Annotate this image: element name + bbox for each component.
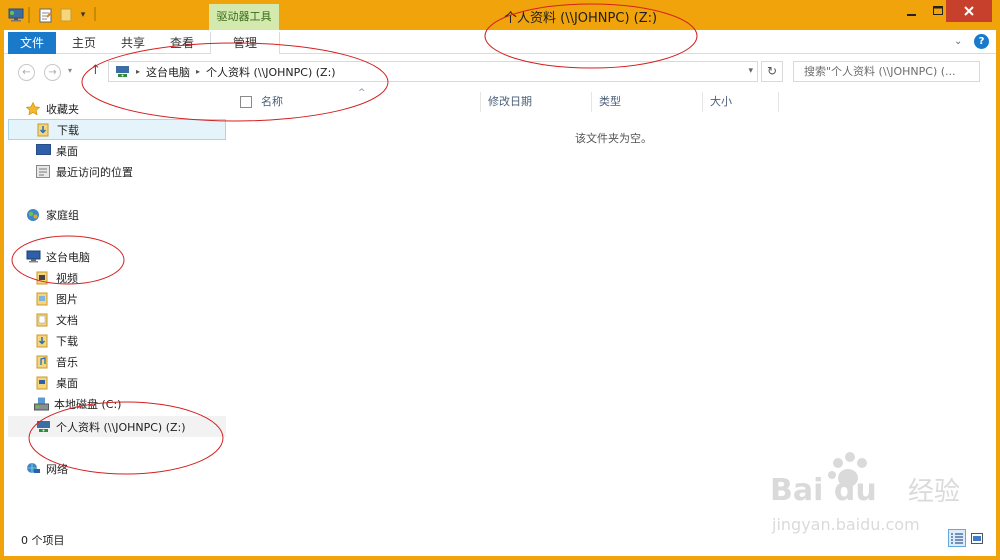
window-title: 个人资料 (\\JOHNPC) (Z:): [504, 11, 658, 26]
homegroup-icon: [26, 208, 40, 221]
tab-share[interactable]: 共享: [115, 32, 151, 54]
up-arrow-icon[interactable]: ↑: [90, 63, 101, 78]
column-divider[interactable]: [702, 92, 703, 112]
title-bar: ▾ 驱动器工具 个人资料 (\\JOHNPC) (Z:): [4, 0, 996, 30]
watermark-chinese: 经验: [908, 477, 960, 507]
nav-label: 视频: [56, 271, 78, 285]
nav-label: 个人资料 (\\JOHNPC) (Z:): [56, 420, 186, 434]
tab-view[interactable]: 查看: [164, 32, 200, 54]
nav-label: 下载: [56, 334, 78, 348]
network-drive-icon: [36, 420, 50, 433]
nav-label: 下载: [57, 123, 79, 137]
nav-item-recent-places[interactable]: 最近访问的位置: [4, 161, 226, 182]
nav-item-downloads[interactable]: 下载: [8, 119, 226, 140]
breadcrumb-current-drive[interactable]: 个人资料 (\\JOHNPC) (Z:): [206, 64, 336, 80]
toolbar-divider: [28, 7, 30, 23]
watermark-url: jingyan.baidu.com: [771, 515, 920, 534]
breadcrumb-separator: ▸: [196, 67, 201, 76]
large-icons-view-icon: [971, 532, 983, 544]
nav-label: 最近访问的位置: [56, 165, 133, 179]
select-all-checkbox[interactable]: [240, 96, 252, 108]
tab-home[interactable]: 主页: [66, 32, 102, 54]
nav-item-documents[interactable]: 文档: [4, 309, 226, 330]
nav-item-network-drive-z[interactable]: 个人资料 (\\JOHNPC) (Z:): [8, 416, 226, 437]
column-header-row: 名称 ^ 修改日期 类型 大小: [230, 88, 996, 114]
videos-folder-icon: [36, 271, 50, 285]
nav-label: 这台电脑: [46, 250, 90, 264]
nav-label: 本地磁盘 (C:): [54, 397, 122, 411]
navigation-bar: ← → ▾ ↑ ▸ 这台电脑 ▸ 个人资料 (\\JOHNPC) (Z:) ▾ …: [4, 55, 996, 89]
computer-icon[interactable]: [8, 7, 24, 23]
item-count: 0 个项目: [21, 534, 65, 547]
ribbon-tabs: 文件 主页 共享 查看 管理 ⌄ ?: [4, 30, 996, 54]
nav-label: 网络: [46, 462, 68, 476]
drive-icon: [34, 397, 49, 411]
network-drive-icon: [115, 65, 130, 78]
nav-label: 桌面: [56, 376, 78, 390]
nav-label: 图片: [56, 292, 78, 306]
baidu-jingyan-watermark: Bai du 经验 jingyan.baidu.com: [770, 452, 960, 534]
nav-label: 音乐: [56, 355, 78, 369]
column-divider[interactable]: [480, 92, 481, 112]
nav-favorites[interactable]: 收藏夹: [4, 98, 226, 119]
nav-label: 桌面: [56, 144, 78, 158]
chevron-down-icon[interactable]: ⌄: [954, 36, 962, 47]
documents-folder-icon: [36, 313, 50, 327]
nav-item-desktop[interactable]: 桌面: [4, 140, 226, 161]
music-folder-icon: [36, 355, 50, 369]
network-icon: [26, 462, 40, 475]
nav-label: 家庭组: [46, 208, 79, 222]
nav-this-pc[interactable]: 这台电脑: [4, 246, 226, 267]
nav-item-desktop-pc[interactable]: 桌面: [4, 372, 226, 393]
close-button[interactable]: [946, 0, 992, 22]
nav-item-downloads-pc[interactable]: 下载: [4, 330, 226, 351]
desktop-icon: [36, 144, 51, 157]
forward-button[interactable]: →: [44, 64, 61, 81]
column-divider[interactable]: [778, 92, 779, 112]
nav-network[interactable]: 网络: [4, 458, 226, 479]
column-date-modified[interactable]: 修改日期: [488, 90, 532, 114]
desktop-folder-icon: [36, 376, 50, 390]
empty-folder-message: 该文件夹为空。: [575, 132, 652, 145]
sort-ascending-icon: ^: [358, 88, 366, 98]
minimize-button[interactable]: [902, 0, 922, 22]
star-icon: [25, 101, 41, 116]
breadcrumb-this-pc[interactable]: 这台电脑: [146, 64, 190, 80]
downloads-folder-icon: [37, 123, 51, 137]
computer-icon: [26, 250, 41, 263]
maximize-button[interactable]: [928, 0, 948, 22]
column-name[interactable]: 名称: [261, 90, 283, 114]
nav-label: 收藏夹: [46, 102, 79, 116]
column-type[interactable]: 类型: [599, 90, 621, 114]
back-button[interactable]: ←: [18, 64, 35, 81]
nav-item-videos[interactable]: 视频: [4, 267, 226, 288]
downloads-folder-icon: [36, 334, 50, 348]
pictures-folder-icon: [36, 292, 50, 306]
nav-item-music[interactable]: 音乐: [4, 351, 226, 372]
breadcrumb-separator: ▸: [136, 67, 141, 76]
nav-label: 文档: [56, 313, 78, 327]
chevron-down-icon[interactable]: ▾: [748, 66, 753, 76]
drive-tools-context-tab: 驱动器工具: [209, 4, 279, 30]
search-input[interactable]: 搜索"个人资料 (\\JOHNPC) (...: [793, 61, 980, 82]
recent-locations-icon[interactable]: ▾: [68, 66, 72, 75]
tab-manage[interactable]: 管理: [210, 32, 280, 54]
column-divider[interactable]: [591, 92, 592, 112]
nav-item-local-disk-c[interactable]: 本地磁盘 (C:): [4, 393, 226, 414]
help-icon[interactable]: ?: [974, 34, 989, 49]
toolbar-divider: [94, 7, 96, 21]
refresh-icon[interactable]: ↻: [761, 61, 783, 82]
recent-places-icon: [36, 165, 50, 178]
nav-item-pictures[interactable]: 图片: [4, 288, 226, 309]
large-icons-view-button[interactable]: [968, 529, 986, 547]
watermark-brand: Bai du: [770, 473, 877, 508]
address-bar[interactable]: ▸ 这台电脑 ▸ 个人资料 (\\JOHNPC) (Z:) ▾: [108, 61, 758, 82]
nav-homegroup[interactable]: 家庭组: [4, 204, 226, 225]
column-size[interactable]: 大小: [710, 90, 732, 114]
tab-file[interactable]: 文件: [8, 32, 56, 54]
customize-qat-icon[interactable]: ▾: [77, 7, 89, 23]
navigation-pane: 收藏夹 下载 桌面 最近访问的位置 家庭组 这台电脑 视频 图片 文档 下载 音…: [4, 90, 226, 526]
properties-icon[interactable]: [38, 7, 54, 23]
new-folder-icon[interactable]: [59, 7, 73, 23]
